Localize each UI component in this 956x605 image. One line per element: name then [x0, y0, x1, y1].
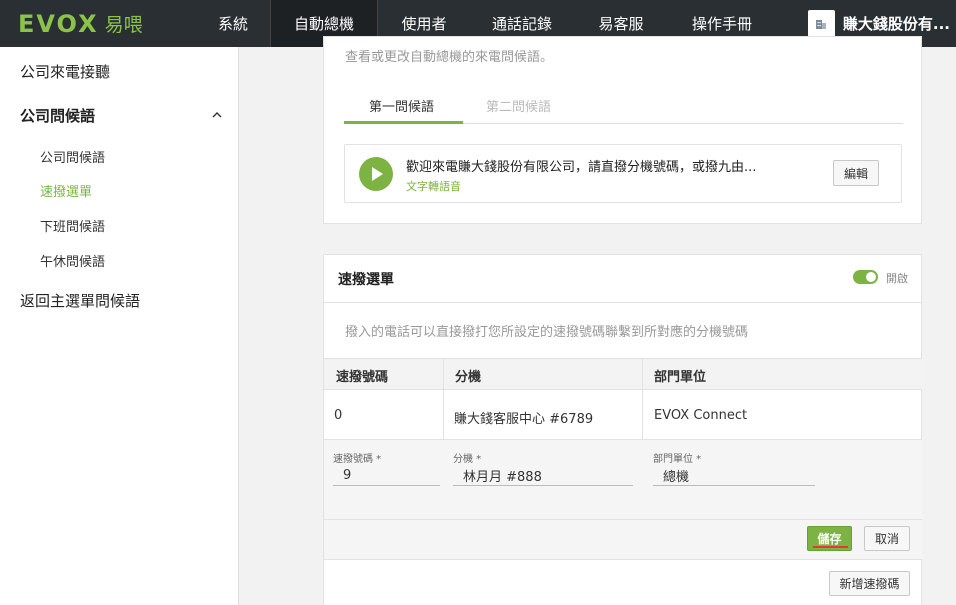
cell-department: EVOX Connect	[654, 408, 748, 423]
form-divider	[324, 519, 922, 520]
edit-button[interactable]: 編輯	[833, 160, 879, 186]
sidebar-subitem-after-hours[interactable]: 下班問候語	[40, 216, 105, 235]
greeting-type: 文字轉語音	[406, 180, 461, 193]
form-label-speed-dial: 速撥號碼 *	[333, 454, 382, 465]
logo-text: EVOX	[18, 9, 99, 38]
sidebar-subitem-lunch[interactable]: 午休問候語	[40, 251, 105, 270]
col-divider-2	[642, 358, 643, 440]
building-icon	[807, 10, 835, 37]
sidebar-item-main-menu-greeting[interactable]: 返回主選單問候語	[20, 290, 140, 311]
speed-dial-card: 速撥選單 開啟 撥入的電話可以直接撥打您所設定的速撥號碼聯繫到所對應的分機號碼 …	[323, 254, 922, 605]
sidebar: 公司來電接聽 公司問候語 公司問候語 速撥選單 下班問候語 午休問候語 返回主選…	[0, 47, 239, 605]
sidebar-item-greeting[interactable]: 公司問候語	[20, 105, 95, 126]
play-icon[interactable]	[359, 157, 393, 191]
bottom-divider	[324, 559, 922, 560]
chevron-up-icon[interactable]	[212, 110, 222, 120]
sidebar-subitem-speed-dial[interactable]: 速撥選單	[40, 181, 92, 200]
col-extension: 分機	[455, 370, 482, 385]
form-label-extension: 分機 *	[453, 454, 482, 465]
sidebar-subitem-company-greeting[interactable]: 公司問候語	[40, 147, 105, 166]
tab-active-indicator	[344, 121, 463, 124]
company-name: 賺大錢股份有...	[842, 15, 950, 33]
department-input[interactable]	[653, 466, 815, 486]
greeting-desc: 查看或更改自動總機的來電問候語。	[345, 50, 554, 65]
tab-second-greeting[interactable]: 第二問候語	[486, 96, 551, 115]
logo[interactable]: EVOX 易喂	[0, 0, 196, 47]
add-speed-dial-button[interactable]: 新增速撥碼	[829, 571, 910, 596]
save-underline	[813, 546, 848, 548]
toggle-knob	[866, 272, 876, 282]
greeting-item: 歡迎來電賺大錢股份有限公司，請直撥分機號碼，或撥九由... 文字轉語音 編輯	[344, 144, 902, 203]
tab-first-greeting[interactable]: 第一問候語	[369, 96, 434, 115]
cell-speed-dial-number: 0	[334, 408, 343, 423]
col-department: 部門單位	[654, 370, 707, 385]
form-label-department: 部門單位 *	[653, 454, 702, 465]
col-divider-1	[443, 358, 444, 440]
nav-system[interactable]: 系統	[196, 0, 270, 47]
col-speed-dial-number: 速撥號碼	[336, 370, 389, 385]
speed-dial-toggle[interactable]	[853, 270, 878, 284]
greeting-card: 查看或更改自動總機的來電問候語。 第一問候語 第二問候語 歡迎來電賺大錢股份有限…	[323, 36, 922, 224]
cancel-button[interactable]: 取消	[864, 526, 910, 551]
speed-dial-title: 速撥選單	[338, 272, 394, 288]
speed-dial-desc: 撥入的電話可以直接撥打您所設定的速撥號碼聯繫到所對應的分機號碼	[345, 325, 749, 340]
cell-extension: 賺大錢客服中心 #6789	[454, 412, 594, 427]
logo-cn: 易喂	[104, 14, 143, 36]
title-divider	[324, 302, 922, 303]
sidebar-item-incoming[interactable]: 公司來電接聽	[20, 61, 110, 82]
extension-input[interactable]	[453, 466, 633, 486]
greeting-message: 歡迎來電賺大錢股份有限公司，請直撥分機號碼，或撥九由...	[406, 160, 757, 175]
table-header	[324, 358, 922, 390]
speed-dial-number-input[interactable]	[333, 466, 440, 486]
toggle-label: 開啟	[886, 272, 908, 285]
